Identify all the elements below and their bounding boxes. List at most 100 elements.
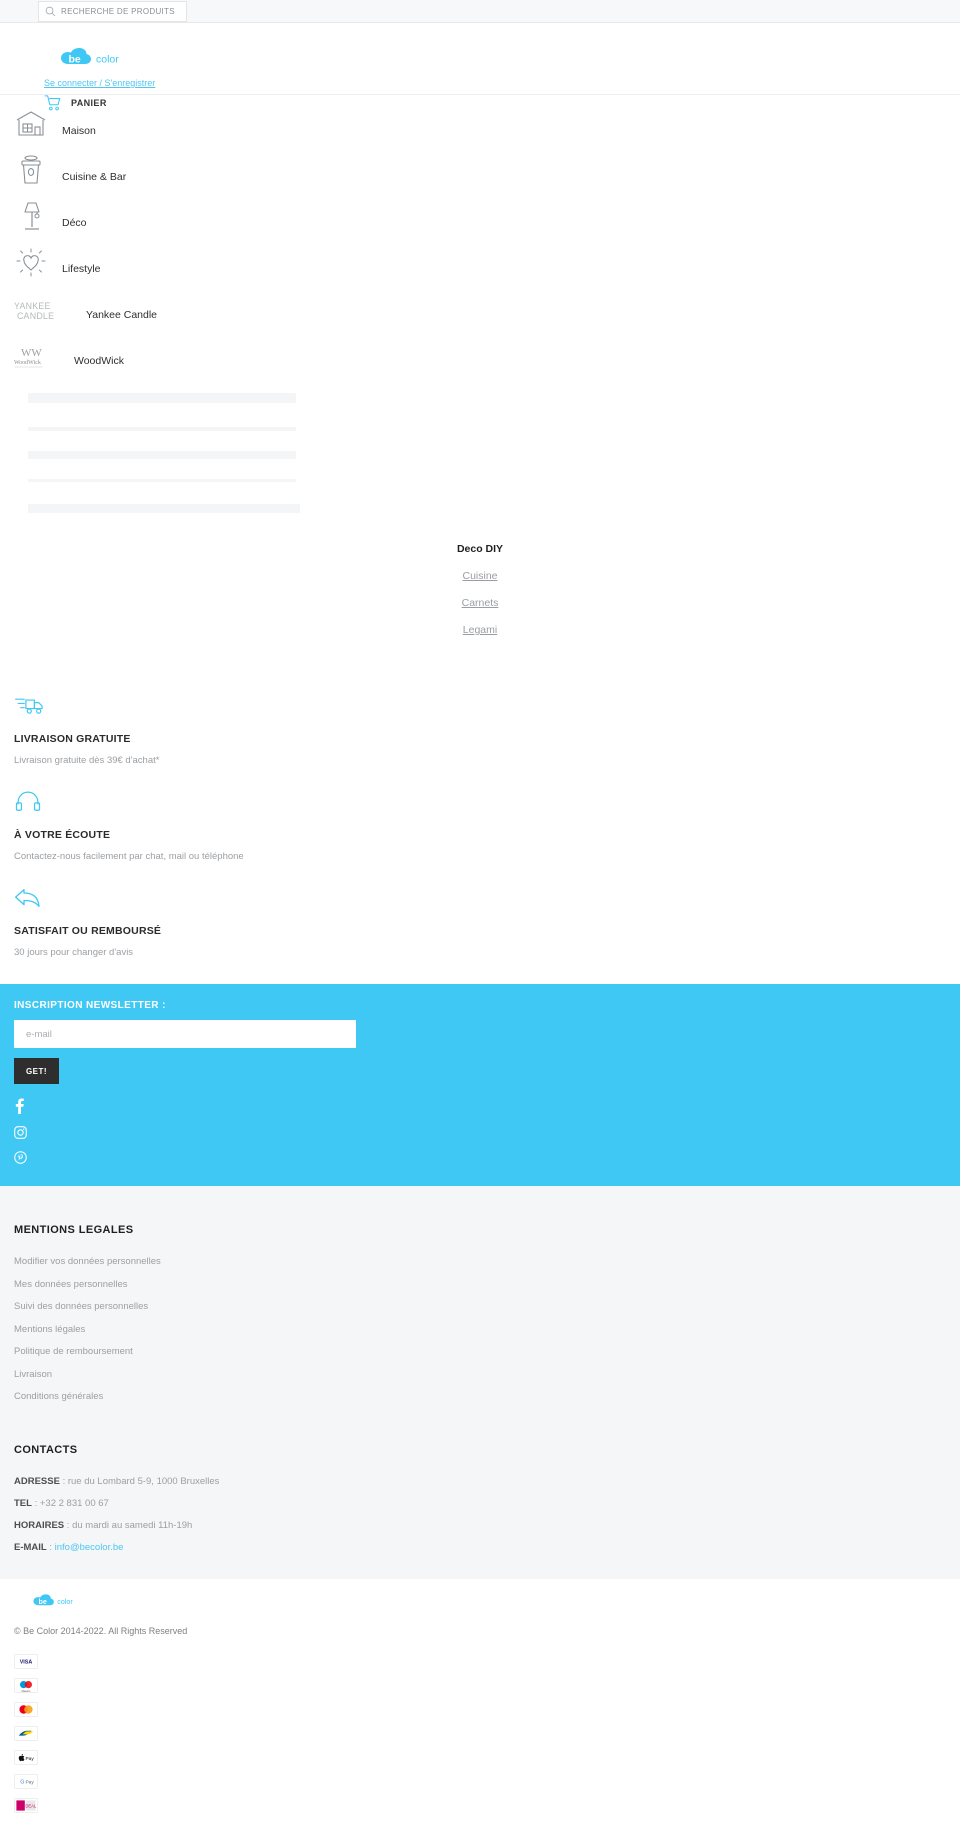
- svg-text:G: G: [20, 1780, 24, 1786]
- legal-link-mes-donnees[interactable]: Mes données personnelles: [14, 1279, 960, 1290]
- contact-hours-value: : du mardi au samedi 11h-19h: [64, 1520, 193, 1531]
- contact-details: ADRESSE : rue du Lombard 5-9, 1000 Bruxe…: [14, 1476, 960, 1553]
- contact-hours-label: HORAIRES: [14, 1520, 65, 1531]
- contacts-heading: CONTACTS: [14, 1444, 78, 1456]
- pinterest-icon: [14, 1151, 27, 1164]
- legal-link-mentions-legales[interactable]: Mentions légales: [14, 1324, 960, 1335]
- nav-item-woodwick[interactable]: WW WoodWick WoodWick: [0, 333, 960, 371]
- svg-text:WoodWick: WoodWick: [14, 360, 41, 366]
- ideal-icon: DEAL: [14, 1798, 38, 1813]
- search-icon: [45, 6, 56, 17]
- svg-text:YANKEE: YANKEE: [14, 301, 51, 311]
- footer-body: MENTIONS LEGALES Modifier vos données pe…: [0, 1186, 960, 1579]
- be-color-logo[interactable]: be color: [59, 46, 144, 71]
- deco-diy-heading: Deco DIY: [456, 543, 504, 555]
- contact-email-separator: :: [46, 1542, 55, 1553]
- search-input[interactable]: RECHERCHE DE PRODUITS: [38, 1, 187, 22]
- google-pay-icon: G Pay: [14, 1774, 38, 1789]
- mastercard-icon: [14, 1702, 38, 1717]
- service-title: LIVRAISON GRATUITE: [14, 733, 131, 745]
- deco-diy-links: Deco DIY Cuisine Carnets Legami: [0, 543, 960, 660]
- be-color-logo-small[interactable]: be color: [32, 1593, 90, 1610]
- search-placeholder-text: RECHERCHE DE PRODUITS: [61, 7, 175, 16]
- legal-link-modifier-donnees[interactable]: Modifier vos données personnelles: [14, 1256, 960, 1267]
- yankee-candle-logo: YANKEE CANDLE: [14, 301, 54, 321]
- nav-item-maison[interactable]: Maison: [0, 103, 960, 141]
- legal-link-suivi-donnees[interactable]: Suivi des données personnelles: [14, 1301, 960, 1312]
- skeleton-block: [28, 504, 300, 513]
- copyright-text: © Be Color 2014-2022. All Rights Reserve…: [14, 1626, 188, 1636]
- nav-item-label: Yankee Candle: [86, 309, 158, 321]
- svg-text:WW: WW: [21, 347, 42, 359]
- service-title: SATISFAIT OU REMBOURSÉ: [14, 925, 162, 937]
- site-header: be color Se connecter / S'enregistrer PA…: [0, 23, 960, 111]
- instagram-icon: [14, 1126, 27, 1139]
- svg-text:color: color: [57, 1598, 73, 1606]
- svg-text:be: be: [69, 54, 81, 66]
- deco-link-cuisine[interactable]: Cuisine: [462, 570, 497, 582]
- legal-links: Modifier vos données personnelles Mes do…: [14, 1256, 960, 1402]
- contact-address-label: ADRESSE: [14, 1476, 60, 1487]
- sun-heart-icon: [16, 248, 46, 277]
- maestro-icon: Maestro: [14, 1678, 38, 1693]
- service-text: Livraison gratuite dès 39€ d'achat*: [14, 755, 160, 766]
- service-text: 30 jours pour changer d'avis: [14, 947, 134, 958]
- coffee-cup-icon: [21, 155, 41, 184]
- svg-text:VISA: VISA: [20, 1660, 33, 1666]
- service-satisfait-ou-rembourse: SATISFAIT OU REMBOURSÉ 30 jours pour cha…: [14, 884, 960, 958]
- facebook-link[interactable]: [14, 1098, 960, 1114]
- nav-item-deco[interactable]: Déco: [0, 195, 960, 233]
- instagram-link[interactable]: [14, 1126, 960, 1139]
- pinterest-link[interactable]: [14, 1151, 960, 1164]
- login-register-link[interactable]: Se connecter / S'enregistrer: [44, 78, 155, 88]
- nav-item-yankee-candle[interactable]: YANKEE CANDLE Yankee Candle: [0, 287, 960, 325]
- skeleton-block: [28, 427, 296, 431]
- newsletter-title: INSCRIPTION NEWSLETTER :: [14, 1000, 166, 1011]
- contact-email-link[interactable]: info@becolor.be: [55, 1542, 124, 1553]
- nav-item-label: Déco: [62, 217, 87, 229]
- category-nav: Maison Cuisine & Bar Déco Lifestyle YANK…: [0, 95, 960, 371]
- search-bar: RECHERCHE DE PRODUITS: [0, 0, 960, 23]
- legal-link-livraison[interactable]: Livraison: [14, 1369, 960, 1380]
- skeleton-block: [28, 451, 296, 459]
- content-skeleton: [0, 379, 960, 513]
- nav-item-lifestyle[interactable]: Lifestyle: [0, 241, 960, 279]
- return-arrow-icon: [15, 889, 40, 907]
- nav-item-label: Lifestyle: [62, 263, 101, 275]
- contact-hours-row: HORAIRES : du mardi au samedi 11h-19h: [14, 1520, 960, 1531]
- newsletter-section: INSCRIPTION NEWSLETTER : GET!: [0, 984, 960, 1186]
- newsletter-submit-button[interactable]: GET!: [14, 1058, 59, 1084]
- nav-item-cuisine-bar[interactable]: Cuisine & Bar: [0, 149, 960, 187]
- svg-text:DEAL: DEAL: [25, 1804, 37, 1809]
- contact-tel-row: TEL : +32 2 831 00 67: [14, 1498, 960, 1509]
- lamp-icon: [24, 202, 40, 230]
- legal-link-conditions-generales[interactable]: Conditions générales: [14, 1391, 960, 1402]
- deco-link-carnets[interactable]: Carnets: [462, 597, 499, 609]
- nav-item-label: Cuisine & Bar: [62, 171, 127, 183]
- contact-tel-label: TEL: [14, 1498, 32, 1509]
- svg-text:CANDLE: CANDLE: [17, 311, 54, 321]
- services-section: LIVRAISON GRATUITE Livraison gratuite dè…: [0, 660, 960, 984]
- house-icon: [16, 111, 46, 136]
- service-a-votre-ecoute: À VOTRE ÉCOUTE Contactez-nous facilement…: [14, 788, 960, 862]
- facebook-icon: [15, 1098, 24, 1114]
- payment-methods: VISA Maestro Pay G Pay DEAL: [14, 1654, 960, 1813]
- nav-item-label: Maison: [62, 125, 96, 137]
- contact-email-label: E-MAIL: [14, 1542, 47, 1553]
- service-title: À VOTRE ÉCOUTE: [14, 829, 111, 841]
- social-links: [14, 1098, 960, 1164]
- apple-pay-icon: Pay: [14, 1750, 38, 1765]
- bancontact-icon: [14, 1726, 38, 1741]
- svg-text:be: be: [39, 1598, 47, 1606]
- svg-text:Maestro: Maestro: [22, 1690, 31, 1693]
- service-livraison-gratuite: LIVRAISON GRATUITE Livraison gratuite dè…: [14, 692, 960, 766]
- svg-text:Pay: Pay: [25, 1756, 34, 1762]
- contact-email-row: E-MAIL : info@becolor.be: [14, 1542, 960, 1553]
- skeleton-block: [28, 393, 296, 403]
- newsletter-email-input[interactable]: [14, 1020, 356, 1048]
- svg-text:Pay: Pay: [25, 1780, 34, 1786]
- nav-item-label: WoodWick: [74, 355, 124, 367]
- legal-link-politique-remboursement[interactable]: Politique de remboursement: [14, 1346, 960, 1357]
- headset-icon: [15, 791, 41, 811]
- deco-link-legami[interactable]: Legami: [463, 624, 497, 636]
